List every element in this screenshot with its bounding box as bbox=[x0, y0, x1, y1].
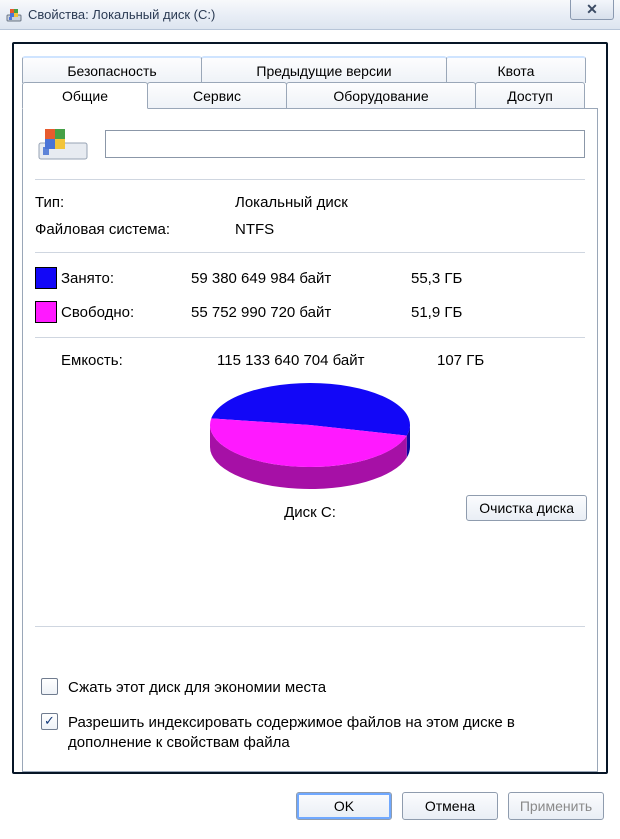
capacity-bytes: 115 133 640 704 байт bbox=[217, 352, 437, 369]
free-label: Свободно: bbox=[61, 304, 191, 321]
compress-label: Сжать этот диск для экономии места bbox=[68, 678, 326, 698]
cancel-button[interactable]: Отмена bbox=[402, 792, 498, 820]
ok-button[interactable]: OK bbox=[296, 792, 392, 820]
filesystem-label: Файловая система: bbox=[35, 221, 235, 238]
tab-quota[interactable]: Квота bbox=[446, 56, 586, 83]
window-title: Свойства: Локальный диск (C:) bbox=[28, 7, 564, 22]
title-bar: Свойства: Локальный диск (C:) ✕ bbox=[0, 0, 620, 30]
tab-tools[interactable]: Сервис bbox=[147, 82, 287, 109]
tab-general[interactable]: Общие bbox=[22, 82, 148, 109]
tab-hardware[interactable]: Оборудование bbox=[286, 82, 476, 109]
disk-cleanup-button[interactable]: Очистка диска bbox=[466, 495, 587, 521]
used-gb: 55,3 ГБ bbox=[411, 270, 491, 287]
free-bytes: 55 752 990 720 байт bbox=[191, 304, 411, 321]
index-checkbox[interactable]: ✓ bbox=[41, 713, 58, 730]
tab-sharing[interactable]: Доступ bbox=[475, 82, 585, 109]
options-group: Сжать этот диск для экономии места ✓ Раз… bbox=[41, 664, 579, 753]
drive-icon bbox=[35, 123, 91, 165]
capacity-gb: 107 ГБ bbox=[437, 352, 517, 369]
tab-panel-general: Тип: Локальный диск Файловая система: NT… bbox=[22, 108, 598, 772]
divider bbox=[35, 179, 585, 180]
dialog-button-row: OK Отмена Применить bbox=[0, 782, 620, 832]
divider bbox=[35, 337, 585, 338]
tab-previous-versions[interactable]: Предыдущие версии bbox=[201, 56, 447, 83]
divider bbox=[35, 252, 585, 253]
dialog-frame: Безопасность Предыдущие версии Квота Общ… bbox=[12, 42, 608, 774]
capacity-label: Емкость: bbox=[61, 352, 217, 369]
type-label: Тип: bbox=[35, 194, 235, 211]
disk-caption: Диск C: bbox=[284, 504, 336, 521]
compress-checkbox[interactable] bbox=[41, 678, 58, 695]
free-swatch bbox=[35, 301, 57, 323]
used-label: Занято: bbox=[61, 270, 191, 287]
app-icon bbox=[6, 7, 22, 23]
used-swatch bbox=[35, 267, 57, 289]
volume-name-input[interactable] bbox=[105, 130, 585, 158]
close-button[interactable]: ✕ bbox=[570, 0, 614, 20]
free-gb: 51,9 ГБ bbox=[411, 304, 491, 321]
tab-security[interactable]: Безопасность bbox=[22, 56, 202, 83]
index-label: Разрешить индексировать содержимое файло… bbox=[68, 713, 579, 754]
tab-strip: Безопасность Предыдущие версии Квота Общ… bbox=[22, 56, 598, 109]
type-value: Локальный диск bbox=[235, 194, 585, 211]
used-bytes: 59 380 649 984 байт bbox=[191, 270, 411, 287]
divider bbox=[35, 626, 585, 627]
apply-button[interactable]: Применить bbox=[508, 792, 604, 820]
filesystem-value: NTFS bbox=[235, 221, 585, 238]
